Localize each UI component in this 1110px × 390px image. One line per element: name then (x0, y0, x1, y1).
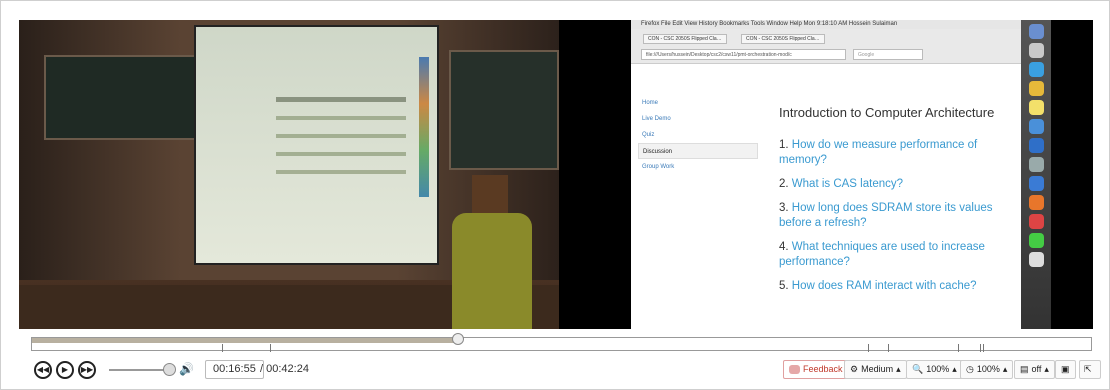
gear-icon: ⚙ (850, 364, 859, 374)
mac-dock (1021, 20, 1051, 329)
dock-app-icon (1029, 252, 1044, 267)
nav-item-home: Home (642, 100, 659, 106)
fast-forward-icon: ▶▶ (78, 361, 96, 379)
duration-label: / 00:42:24 (260, 363, 309, 375)
play-button[interactable]: ▶ (56, 361, 74, 379)
nav-item-discussion: Discussion (638, 143, 758, 159)
presenter (447, 175, 537, 329)
browser-chrome: CON - CSC 2050S Flipped Cla… CON - CSC 2… (631, 29, 1021, 64)
feedback-button[interactable]: Feedback (783, 360, 849, 379)
video-canvas[interactable]: Firefox File Edit View History Bookmarks… (19, 20, 1093, 329)
nav-item-group-work: Group Work (642, 164, 675, 170)
chapter-marker (888, 344, 889, 352)
nav-item-quiz: Quiz (642, 132, 655, 138)
slide-question: 3. How long does SDRAM store its values … (779, 202, 993, 229)
seek-bar[interactable] (31, 337, 1092, 352)
current-time-field[interactable]: 00:16:55 (205, 360, 264, 379)
screen-capture: Firefox File Edit View History Bookmarks… (631, 20, 1021, 329)
speed-dropdown[interactable]: ◷ 100% ▴ (960, 360, 1014, 379)
magnifier-icon: 🔍 (912, 364, 924, 374)
slide-question: 1. How do we measure performance of memo… (779, 139, 978, 166)
quality-dropdown[interactable]: ⚙ Medium ▴ (844, 360, 907, 379)
fast-forward-button[interactable]: ▶▶ (78, 361, 96, 379)
fullscreen-button[interactable]: ⇱ (1079, 360, 1101, 379)
chapter-marker (980, 344, 981, 352)
chapter-marker (222, 344, 223, 352)
dock-app-icon (1029, 43, 1044, 58)
projected-slide-lines (276, 97, 406, 188)
nav-item-live-demo: Live Demo (642, 116, 671, 122)
volume-slider[interactable] (109, 369, 169, 371)
slide-question: 4. What techniques are used to increase … (779, 241, 985, 268)
dock-app-icon (1029, 176, 1044, 191)
browser-tab: CON - CSC 2050S Flipped Cla… (643, 34, 727, 44)
slide-question: 5. How does RAM interact with cache? (779, 280, 977, 292)
slide-question-list: 1. How do we measure performance of memo… (779, 138, 1011, 303)
caret-up-icon: ▴ (1002, 364, 1008, 374)
layout-button[interactable]: ▣ (1055, 360, 1076, 379)
dock-app-icon (1029, 157, 1044, 172)
captions-dropdown[interactable]: ▤ off ▴ (1014, 360, 1055, 379)
dock-app-icon (1029, 233, 1044, 248)
slide-question: 2. What is CAS latency? (779, 178, 904, 190)
presenter-body (452, 213, 532, 329)
caret-up-icon: ▴ (896, 364, 901, 374)
speaker-icon[interactable]: 🔊 (179, 362, 194, 376)
dock-app-icon (1029, 214, 1044, 229)
layout-icon: ▣ (1061, 364, 1070, 374)
fullscreen-icon: ⇱ (1084, 364, 1092, 374)
browser-tab: CON - CSC 2050S Flipped Cla… (741, 34, 825, 44)
dock-app-icon (1029, 100, 1044, 115)
browser-search: Google (853, 49, 923, 60)
quality-label: Medium (861, 364, 894, 374)
speed-label: 100% (976, 364, 1000, 374)
dock-app-icon (1029, 62, 1044, 77)
url-bar: file:///Users/hussein/Desktop/csc2/csw11… (641, 49, 846, 60)
rewind-icon: ◀◀ (34, 361, 52, 379)
zoom-dropdown[interactable]: 🔍 100% ▴ (906, 360, 963, 379)
mac-menubar: Firefox File Edit View History Bookmarks… (631, 20, 1021, 29)
caret-up-icon: ▴ (1044, 364, 1049, 374)
chapter-marker (983, 344, 984, 352)
dock-app-icon (1029, 24, 1044, 39)
presenter-head-blurred (472, 175, 508, 217)
dock-app-icon (1029, 138, 1044, 153)
feedback-label: Feedback (803, 364, 843, 374)
projected-dock (419, 57, 429, 197)
volume-handle[interactable] (163, 363, 176, 376)
seek-handle[interactable] (452, 333, 464, 345)
clock-icon: ◷ (966, 364, 974, 374)
seek-played (32, 338, 456, 343)
slide-nav: Home Live Demo Quiz Discussion Group Wor… (638, 95, 758, 175)
dock-app-icon (1029, 195, 1044, 210)
dock-app-icon (1029, 119, 1044, 134)
play-icon: ▶ (56, 361, 74, 379)
chapter-marker (270, 344, 271, 352)
zoom-label: 100% (926, 364, 950, 374)
chalkboard-right (449, 50, 559, 170)
chapter-marker (868, 344, 869, 352)
projector-screen (194, 25, 439, 265)
caret-up-icon: ▴ (952, 364, 957, 374)
chalkboard-left (44, 55, 209, 140)
camera-feed (19, 20, 559, 329)
chapter-marker (958, 344, 959, 352)
slide-title: Introduction to Computer Architecture (779, 105, 995, 120)
rewind-button[interactable]: ◀◀ (34, 361, 52, 379)
chat-bubble-icon (789, 365, 800, 374)
player-frame: Firefox File Edit View History Bookmarks… (0, 0, 1110, 390)
captions-label: off (1031, 364, 1042, 374)
dock-app-icon (1029, 81, 1044, 96)
captions-icon: ▤ (1020, 364, 1029, 374)
